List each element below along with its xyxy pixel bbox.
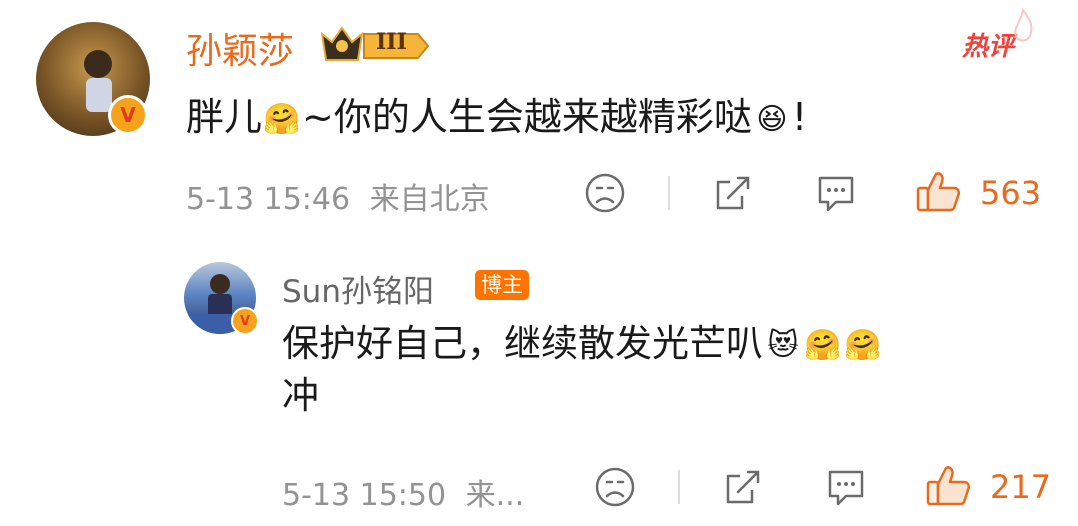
verified-badge-icon: V	[108, 95, 148, 135]
like-count: 563	[980, 174, 1042, 212]
hug-emoji: 🤗	[804, 327, 842, 363]
comment-timestamp: 5-13 15:46 来自北京	[186, 174, 490, 218]
reply-text: 保护好自己，继续散发光芒叭 😻 🤗🤗 冲	[282, 318, 1042, 422]
location: 来自北京	[369, 182, 490, 217]
divider	[678, 470, 680, 504]
hug-emoji: 🤗	[844, 327, 882, 363]
username[interactable]: 孙颖莎	[186, 22, 294, 74]
blogger-tag: 博主	[475, 270, 529, 300]
comment-text-part3: !	[791, 95, 808, 139]
reply-timestamp: 5-13 15:50 来...	[282, 470, 524, 514]
timestamp: 5-13 15:46	[186, 182, 351, 217]
flame-icon	[1014, 8, 1033, 42]
dislike-icon[interactable]	[594, 466, 636, 508]
reply-text-line2: 冲	[282, 374, 319, 417]
verified-badge-icon: V	[231, 307, 259, 335]
share-icon[interactable]	[722, 466, 764, 508]
reply-text-line1: 保护好自己，继续散发光芒叭	[282, 322, 763, 365]
comment-text: 胖儿🤗~你的人生会越来越精彩哒 😆!	[186, 86, 807, 141]
crown-icon	[320, 26, 430, 61]
reply-username[interactable]: Sun孙铭阳	[282, 266, 434, 311]
love-cat-emoji: 😻	[767, 327, 799, 363]
comment-text-part1: 胖儿	[186, 95, 263, 139]
like-icon[interactable]	[914, 168, 962, 214]
comment-icon[interactable]	[824, 466, 868, 508]
level-text: III	[376, 29, 407, 55]
comment-text-part2: ~你的人生会越来越精彩哒	[302, 95, 752, 139]
level-badge: III	[318, 24, 430, 64]
like-count: 217	[990, 468, 1052, 506]
hug-emoji: 🤗	[263, 101, 301, 137]
like-icon[interactable]	[924, 462, 972, 508]
excited-emoji: 😆	[756, 101, 788, 137]
dislike-icon[interactable]	[584, 172, 626, 214]
divider	[668, 176, 670, 210]
share-icon[interactable]	[712, 172, 754, 214]
location: 来...	[465, 478, 525, 513]
timestamp: 5-13 15:50	[282, 478, 447, 513]
comment-icon[interactable]	[814, 172, 858, 214]
hot-comment-tag: 热评	[962, 32, 1015, 62]
